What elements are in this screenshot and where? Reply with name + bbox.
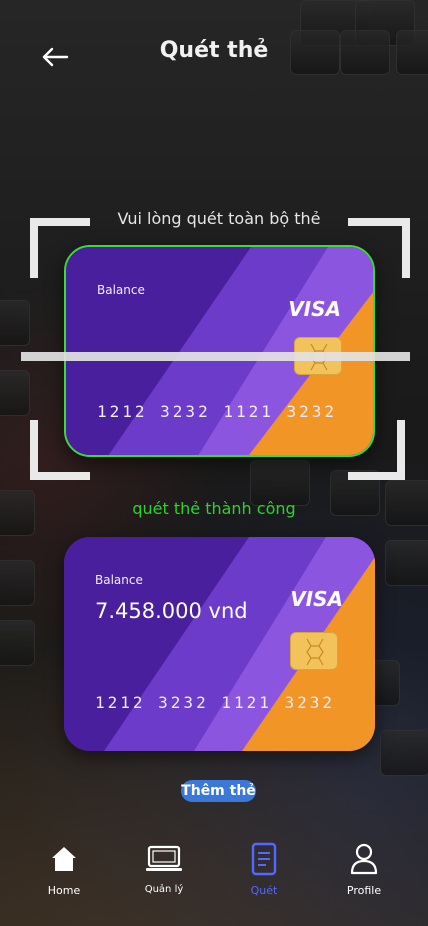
tab-label: Home (47, 884, 81, 897)
page-title: Quét thẻ (159, 38, 269, 63)
header: Quét thẻ (0, 0, 428, 110)
visa-logo: VISA (288, 297, 341, 321)
home-icon (45, 840, 83, 878)
backdrop-key (385, 540, 428, 586)
backdrop-key (0, 370, 30, 416)
card-number: 1212 3232 1121 3232 (97, 402, 338, 421)
viewfinder-corner-top-left (30, 218, 90, 278)
card-number: 1212 3232 1121 3232 (95, 693, 336, 712)
balance-label: Balance (95, 573, 143, 587)
backdrop-key (380, 730, 428, 776)
tab-label: Profile (346, 884, 382, 897)
viewfinder-corner-bottom-left (30, 420, 90, 480)
balance-label: Balance (97, 283, 145, 297)
visa-logo: VISA (290, 587, 343, 611)
document-icon (245, 840, 283, 878)
viewfinder-corner-bottom-right (348, 420, 405, 480)
user-icon (345, 840, 383, 878)
laptop-icon (145, 840, 183, 878)
backdrop-key (0, 560, 35, 606)
viewfinder-corner-top-right (348, 218, 410, 278)
tab-home[interactable]: Home (19, 830, 109, 897)
tab-label: Quét (250, 884, 278, 897)
tab-scan[interactable]: Quét (219, 830, 309, 897)
scan-line (21, 352, 410, 361)
balance-amount: 7.458.000 vnd (95, 599, 248, 623)
tab-manage[interactable]: Quản lý (119, 830, 209, 895)
tab-label: Quản lý (144, 884, 184, 895)
backdrop-key (0, 300, 30, 346)
bottom-tab-bar: Home Quản lý Quét Profile (0, 830, 428, 920)
scanned-card: Balance VISA 1212 3232 1121 3232 (64, 245, 375, 457)
result-card: Balance 7.458.000 vnd VISA 1212 3232 112… (64, 537, 375, 751)
chip-icon (290, 632, 338, 670)
add-card-button[interactable]: Thêm thẻ (181, 780, 256, 802)
scan-success-message: quét thẻ thành công (132, 499, 296, 518)
backdrop-key (0, 620, 35, 666)
tab-profile[interactable]: Profile (319, 830, 409, 897)
